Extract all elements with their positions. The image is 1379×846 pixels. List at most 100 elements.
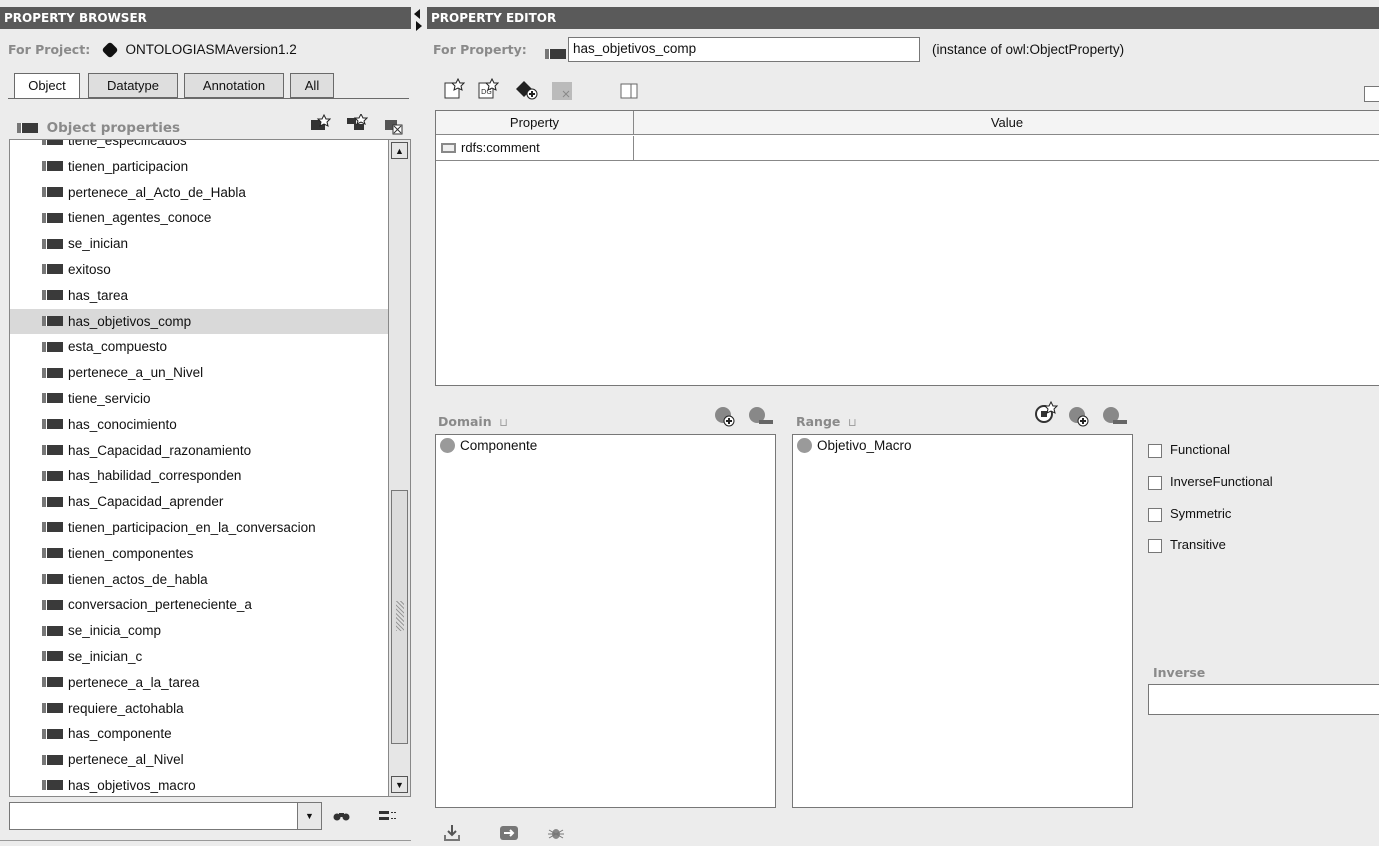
object-property-icon bbox=[42, 625, 63, 636]
find-binoculars-icon[interactable] bbox=[330, 806, 354, 826]
project-row: For Project: ONTOLOGIASMAversion1.2 bbox=[8, 40, 297, 60]
tab-baseline bbox=[8, 98, 409, 99]
list-item-label: tienen_participacion_en_la_conversacion bbox=[68, 519, 316, 535]
inverse-field[interactable] bbox=[1148, 684, 1379, 715]
list-item[interactable]: has_conocimiento bbox=[10, 412, 388, 438]
domain-label: Domain bbox=[438, 414, 492, 429]
list-item[interactable]: tienen_agentes_conoce bbox=[10, 205, 388, 231]
create-subproperty-icon[interactable] bbox=[345, 112, 369, 134]
inverse-functional-checkbox[interactable] bbox=[1148, 475, 1162, 490]
object-property-icon bbox=[42, 393, 63, 404]
object-property-list[interactable]: tiene_especificados tienen_participacion… bbox=[9, 139, 411, 797]
column-header-property[interactable]: Property bbox=[436, 111, 634, 135]
list-item-label: pertenece_a_la_tarea bbox=[68, 674, 200, 690]
view-options-icon[interactable] bbox=[376, 806, 400, 826]
delete-annotation-icon[interactable] bbox=[549, 80, 575, 102]
tab-annotation[interactable]: Annotation bbox=[184, 73, 284, 98]
list-item-selected[interactable]: has_objetivos_comp bbox=[10, 308, 388, 335]
domain-item[interactable]: Componente bbox=[440, 437, 537, 454]
tab-object[interactable]: Object bbox=[14, 73, 80, 99]
list-item-label: tienen_componentes bbox=[68, 545, 194, 561]
delete-property-icon[interactable] bbox=[383, 116, 405, 136]
list-item[interactable]: pertenece_al_Nivel bbox=[10, 747, 388, 773]
add-resource-icon[interactable] bbox=[512, 78, 542, 102]
symmetric-checkbox[interactable] bbox=[1148, 507, 1162, 522]
tab-datatype[interactable]: Datatype bbox=[88, 73, 178, 98]
characteristic-inverse-functional[interactable]: InverseFunctional bbox=[1148, 474, 1273, 490]
list-item[interactable]: tiene_especificados bbox=[10, 140, 388, 154]
navigate-arrow-icon[interactable] bbox=[497, 822, 521, 844]
class-icon bbox=[440, 437, 455, 453]
range-list[interactable]: Objetivo_Macro bbox=[792, 434, 1133, 808]
debug-bug-icon[interactable] bbox=[545, 822, 567, 844]
scroll-down-arrow[interactable]: ▼ bbox=[391, 776, 408, 793]
list-item[interactable]: pertenece_a_la_tarea bbox=[10, 670, 388, 696]
column-header-value[interactable]: Value bbox=[634, 111, 1379, 135]
list-item[interactable]: se_inician bbox=[10, 231, 388, 257]
list-item[interactable]: conversacion_perteneciente_a bbox=[10, 592, 388, 618]
list-item[interactable]: has_Capacidad_razonamiento bbox=[10, 438, 388, 464]
list-item[interactable]: se_inicia_comp bbox=[10, 618, 388, 644]
scrollbar-thumb[interactable] bbox=[391, 490, 408, 744]
list-item[interactable]: has_Capacidad_aprender bbox=[10, 489, 388, 515]
create-property-icon[interactable] bbox=[308, 112, 332, 134]
add-annotation-icon[interactable] bbox=[440, 77, 468, 101]
view-annotations-icon[interactable] bbox=[618, 80, 642, 102]
tab-all-label: All bbox=[304, 78, 320, 93]
list-item[interactable]: pertenece_al_Acto_de_Habla bbox=[10, 180, 388, 206]
property-name-field[interactable]: has_objetivos_comp bbox=[568, 37, 920, 62]
list-item[interactable]: has_componente bbox=[10, 721, 388, 747]
import-icon[interactable] bbox=[440, 822, 464, 844]
list-item[interactable]: tienen_participacion_en_la_conversacion bbox=[10, 515, 388, 541]
splitter[interactable] bbox=[411, 0, 427, 846]
create-range-class-icon[interactable] bbox=[1033, 400, 1059, 426]
list-item[interactable]: requiere_actohabla bbox=[10, 696, 388, 722]
search-dropdown-button[interactable]: ▼ bbox=[297, 803, 321, 829]
table-cell-property[interactable]: rdfs:comment bbox=[436, 136, 634, 160]
characteristic-transitive[interactable]: Transitive bbox=[1148, 537, 1226, 553]
search-combo[interactable]: ▼ bbox=[9, 802, 322, 830]
range-item[interactable]: Objetivo_Macro bbox=[797, 437, 912, 454]
domain-list[interactable]: Componente bbox=[435, 434, 776, 808]
range-item-label: Objetivo_Macro bbox=[817, 438, 912, 453]
object-property-icon bbox=[42, 290, 63, 301]
list-item[interactable]: tienen_actos_de_habla bbox=[10, 567, 388, 593]
list-item-label: tienen_agentes_conoce bbox=[68, 210, 212, 226]
splitter-arrow-left-icon[interactable] bbox=[414, 9, 420, 19]
list-item[interactable]: exitoso bbox=[10, 257, 388, 283]
splitter-arrow-right-icon[interactable] bbox=[416, 21, 422, 31]
for-property-label: For Property: bbox=[433, 42, 527, 57]
list-item[interactable]: has_tarea bbox=[10, 283, 388, 309]
browser-bottom-border bbox=[0, 840, 411, 841]
annotations-table[interactable]: Property Value rdfs:comment bbox=[435, 110, 1379, 386]
table-cell-value[interactable] bbox=[634, 136, 1379, 160]
add-datatype-annotation-icon[interactable]: DG bbox=[474, 77, 502, 101]
tab-datatype-label: Datatype bbox=[106, 78, 160, 93]
object-property-icon bbox=[42, 140, 63, 146]
list-item[interactable]: has_objetivos_macro bbox=[10, 773, 388, 796]
characteristic-symmetric[interactable]: Symmetric bbox=[1148, 506, 1231, 522]
table-row[interactable]: rdfs:comment bbox=[436, 136, 1379, 161]
list-item[interactable]: pertenece_a_un_Nivel bbox=[10, 360, 388, 386]
property-browser-title: PROPERTY BROWSER bbox=[4, 11, 147, 25]
add-range-class-icon[interactable] bbox=[1066, 404, 1092, 430]
toolbar-checkbox[interactable] bbox=[1364, 86, 1379, 102]
functional-checkbox[interactable] bbox=[1148, 443, 1162, 458]
characteristic-functional[interactable]: Functional bbox=[1148, 442, 1230, 458]
column-header-property-label: Property bbox=[509, 115, 560, 130]
list-item[interactable]: esta_compuesto bbox=[10, 334, 388, 360]
list-item[interactable]: se_inician_c bbox=[10, 644, 388, 670]
list-scrollbar[interactable]: ▲ ▼ bbox=[388, 140, 410, 796]
object-property-icon bbox=[42, 522, 63, 533]
add-domain-class-icon[interactable] bbox=[712, 404, 738, 430]
list-item[interactable]: has_habilidad_corresponden bbox=[10, 463, 388, 489]
property-browser-titlebar: PROPERTY BROWSER bbox=[0, 7, 411, 29]
transitive-checkbox[interactable] bbox=[1148, 538, 1162, 553]
remove-range-class-icon[interactable] bbox=[1100, 404, 1130, 430]
list-item[interactable]: tiene_servicio bbox=[10, 386, 388, 412]
remove-domain-class-icon[interactable] bbox=[746, 404, 776, 430]
list-item[interactable]: tienen_participacion bbox=[10, 154, 388, 180]
list-item[interactable]: tienen_componentes bbox=[10, 541, 388, 567]
scroll-up-arrow[interactable]: ▲ bbox=[391, 142, 408, 159]
tab-all[interactable]: All bbox=[290, 73, 334, 98]
